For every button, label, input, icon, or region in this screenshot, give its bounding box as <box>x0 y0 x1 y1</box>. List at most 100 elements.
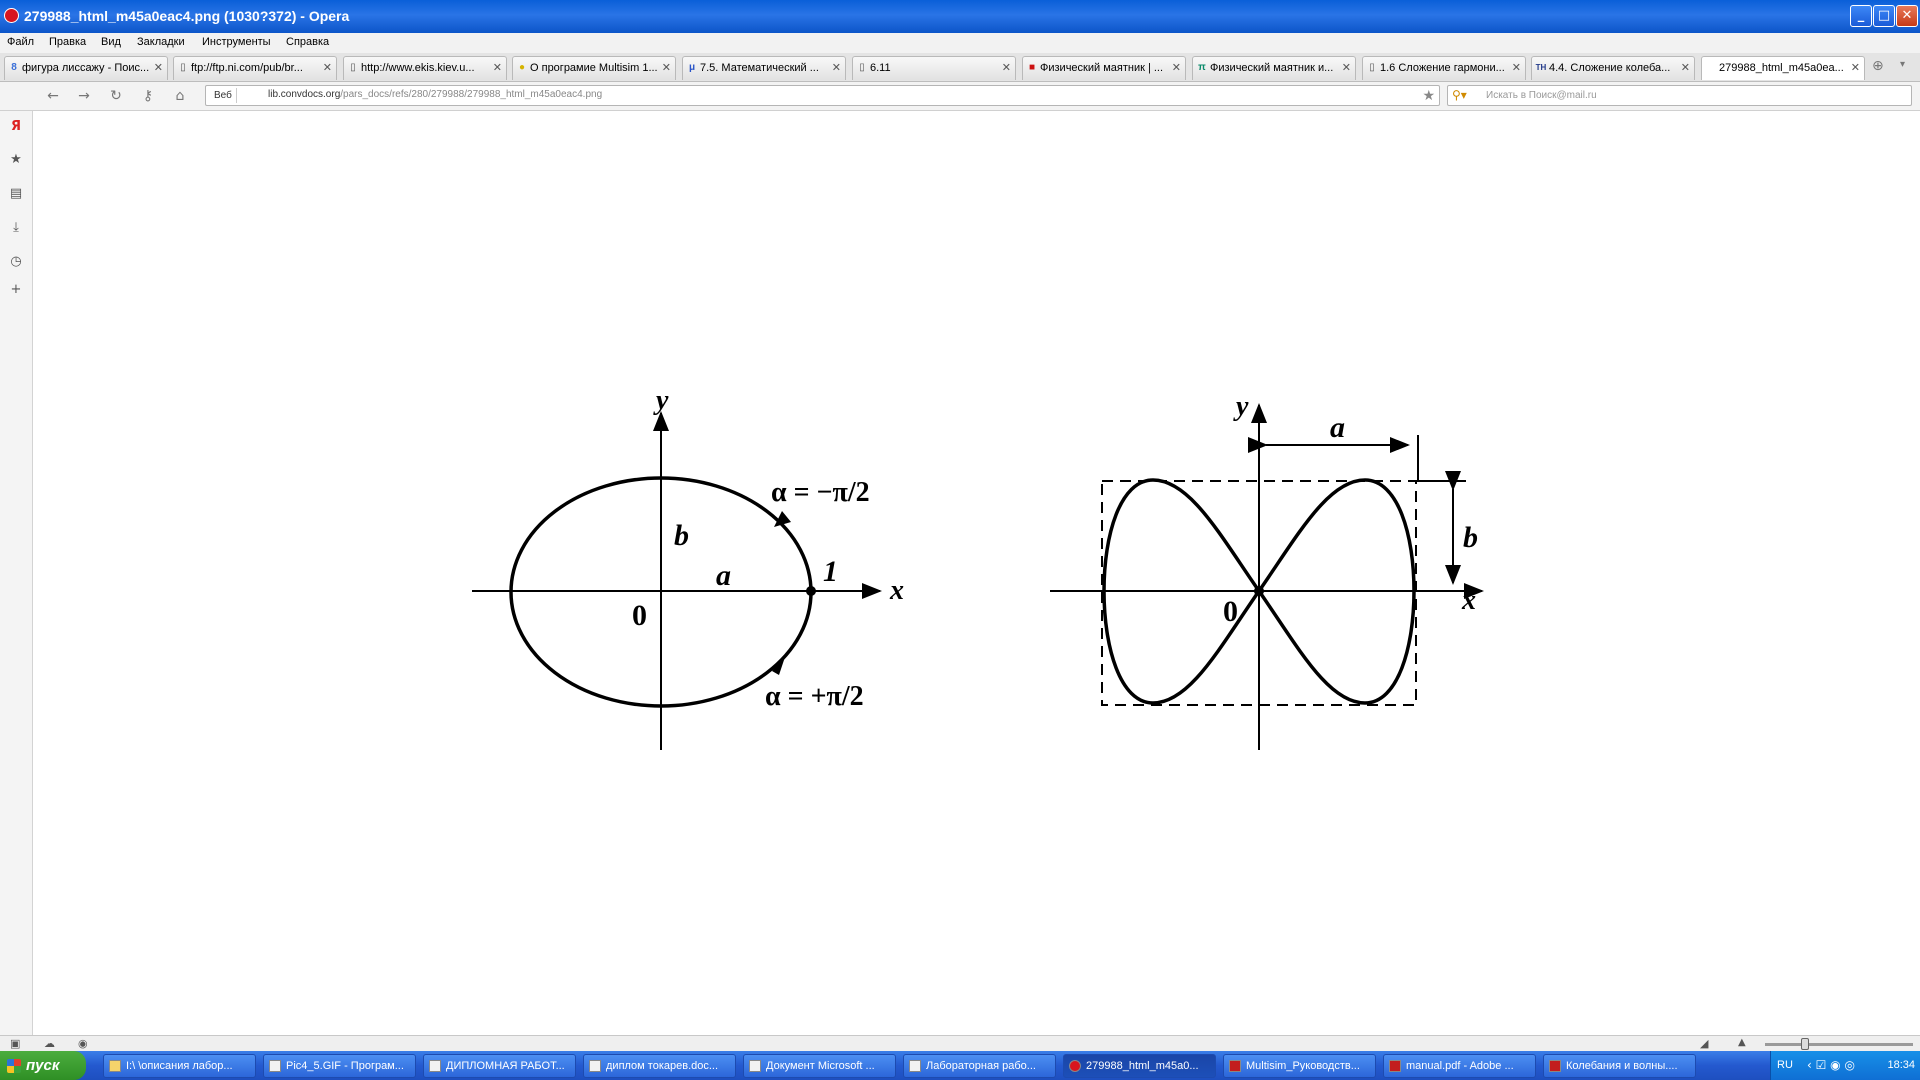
history-clock-icon[interactable]: ◷ <box>8 254 24 270</box>
home-icon[interactable]: ⌂ <box>171 87 189 105</box>
pdf-icon <box>1229 1060 1241 1072</box>
tab-close-icon[interactable]: ✕ <box>662 61 671 74</box>
url-text[interactable]: lib.convdocs.org/pars_docs/refs/280/2799… <box>268 89 602 100</box>
system-tray: RU ‹ ☑ ◉ ◎ 18:34 <box>1770 1051 1920 1080</box>
tab-close-icon[interactable]: ✕ <box>1172 61 1181 74</box>
notes-icon[interactable]: ▤ <box>8 186 24 202</box>
taskbar-item[interactable]: Документ Microsoft ... <box>743 1054 896 1078</box>
point-1-marker <box>806 586 816 596</box>
sidebar: Я ★ ▤ ⤓ ◷ + <box>0 111 33 1035</box>
close-button[interactable]: ✕ <box>1896 5 1918 27</box>
tab-label: О програмие Multisim 1... <box>530 62 658 74</box>
taskbar-item-active[interactable]: 279988_html_m45a0... <box>1063 1054 1216 1078</box>
taskbar-item[interactable]: Лабораторная рабо... <box>903 1054 1056 1078</box>
taskbar-item[interactable]: ДИПЛОМНАЯ РАБОТ... <box>423 1054 576 1078</box>
back-icon[interactable]: ← <box>44 87 62 105</box>
yandex-icon[interactable]: Я <box>8 119 24 135</box>
taskbar-item[interactable]: диплом токарев.doc... <box>583 1054 736 1078</box>
forward-icon[interactable]: → <box>75 87 93 105</box>
tab-close-icon[interactable]: ✕ <box>493 61 502 74</box>
taskbar-item-label: Документ Microsoft ... <box>766 1060 875 1072</box>
tab[interactable]: ■ Физический маятник | ... ✕ <box>1022 56 1186 80</box>
web-badge[interactable]: Веб <box>210 88 237 103</box>
tab-list-icon[interactable]: ▾ <box>1900 59 1905 70</box>
smiley-icon: ● <box>518 62 526 73</box>
tab-label: Физический маятник | ... <box>1040 62 1164 74</box>
tab-label: ftp://ftp.ni.com/pub/br... <box>191 62 303 74</box>
zoom-slider-track[interactable] <box>1765 1043 1913 1046</box>
tab-label: 4.4. Сложение колеба... <box>1549 62 1671 74</box>
key-icon[interactable]: ⚷ <box>139 87 157 105</box>
page-icon: ▯ <box>859 62 865 73</box>
word-document-icon <box>909 1060 921 1072</box>
left-origin-label: 0 <box>632 599 647 632</box>
page-icon: ▯ <box>350 62 356 73</box>
taskbar-item[interactable]: manual.pdf - Adobe ... <box>1383 1054 1536 1078</box>
zoom-slider-knob[interactable] <box>1801 1038 1809 1050</box>
bookmarks-star-icon[interactable]: ★ <box>8 152 24 168</box>
menu-view[interactable]: Вид <box>101 36 121 48</box>
taskbar-item-label: Multisim_Руководств... <box>1246 1060 1360 1072</box>
minimize-button[interactable]: _ <box>1850 5 1872 27</box>
add-panel-icon[interactable]: + <box>8 282 24 298</box>
menu-help[interactable]: Справка <box>286 36 329 48</box>
start-button[interactable]: пуск <box>0 1051 86 1080</box>
view-up-icon[interactable]: ▲ <box>1738 1037 1746 1048</box>
tab[interactable]: ▯ 1.6 Сложение гармони... ✕ <box>1362 56 1526 80</box>
word-document-icon <box>429 1060 441 1072</box>
search-icon[interactable]: ⚲▾ <box>1452 88 1467 102</box>
search-field[interactable]: ⚲▾ Искать в Поиск@mail.ru <box>1447 85 1912 106</box>
downloads-icon[interactable]: ⤓ <box>8 220 24 236</box>
left-x-label: x <box>889 575 904 606</box>
url-field[interactable]: Веб lib.convdocs.org/pars_docs/refs/280/… <box>205 85 1440 106</box>
page-icon <box>1705 62 1717 74</box>
taskbar-item[interactable]: Pic4_5.GIF - Програм... <box>263 1054 416 1078</box>
maximize-button[interactable]: □ <box>1873 5 1895 27</box>
turbo-icon[interactable]: ◢ <box>1700 1037 1708 1050</box>
right-b-label: b <box>1463 521 1478 554</box>
panel-toggle-icon[interactable]: ▣ <box>10 1037 20 1050</box>
new-tab-icon[interactable]: ⊕ <box>1872 58 1884 74</box>
tab-close-icon[interactable]: ✕ <box>154 61 163 74</box>
menu-tools[interactable]: Инструменты <box>202 36 271 48</box>
page-icon: ▯ <box>180 62 186 73</box>
tab[interactable]: TH 4.4. Сложение колеба... ✕ <box>1531 56 1695 80</box>
tab[interactable]: μ 7.5. Математический ... ✕ <box>682 56 846 80</box>
tab[interactable]: ▯ http://www.ekis.kiev.u... ✕ <box>343 56 507 80</box>
cloud-icon[interactable]: ☁ <box>44 1037 55 1050</box>
right-x-label: x <box>1461 585 1476 616</box>
tab-close-icon[interactable]: ✕ <box>323 61 332 74</box>
tab-active[interactable]: 279988_html_m45a0ea... ✕ <box>1701 56 1865 80</box>
tab-close-icon[interactable]: ✕ <box>1681 61 1690 74</box>
reload-icon[interactable]: ↻ <box>107 87 125 105</box>
word-document-icon <box>589 1060 601 1072</box>
taskbar-item[interactable]: Multisim_Руководств... <box>1223 1054 1376 1078</box>
tab-close-icon[interactable]: ✕ <box>1342 61 1351 74</box>
tab-close-icon[interactable]: ✕ <box>1002 61 1011 74</box>
language-indicator[interactable]: RU <box>1777 1059 1793 1071</box>
tab[interactable]: ▯ 6.11 ✕ <box>852 56 1016 80</box>
opera-logo-icon <box>4 8 19 23</box>
tab-close-icon[interactable]: ✕ <box>1851 61 1860 74</box>
right-origin-label: 0 <box>1223 595 1238 628</box>
taskbar-item-label: Pic4_5.GIF - Програм... <box>286 1060 404 1072</box>
taskbar-item[interactable]: Колебания и волны.... <box>1543 1054 1696 1078</box>
menu-file[interactable]: Файл <box>7 36 34 48</box>
point-1-label: 1 <box>823 555 838 588</box>
tab[interactable]: 8 фигура лиссажу - Поис... ✕ <box>4 56 168 80</box>
menu-edit[interactable]: Правка <box>49 36 86 48</box>
site-logo-icon: TH <box>1535 63 1547 72</box>
tab[interactable]: ● О програмие Multisim 1... ✕ <box>512 56 676 80</box>
tab[interactable]: ▯ ftp://ftp.ni.com/pub/br... ✕ <box>173 56 337 80</box>
bookmark-star-icon[interactable]: ★ <box>1422 87 1435 104</box>
tab-close-icon[interactable]: ✕ <box>832 61 841 74</box>
taskbar-item[interactable]: I:\ \описания лабор... <box>103 1054 256 1078</box>
mu-icon: μ <box>688 62 696 73</box>
taskbar-item-label: 279988_html_m45a0... <box>1086 1060 1199 1072</box>
tab[interactable]: π Физический маятник и... ✕ <box>1192 56 1356 80</box>
tab-close-icon[interactable]: ✕ <box>1512 61 1521 74</box>
speed-dial-icon[interactable]: ◉ <box>78 1037 88 1050</box>
menu-bookmarks[interactable]: Закладки <box>137 36 185 48</box>
tray-icons[interactable]: ‹ ☑ ◉ ◎ <box>1807 1058 1855 1072</box>
tab-label: Физический маятник и... <box>1210 62 1334 74</box>
